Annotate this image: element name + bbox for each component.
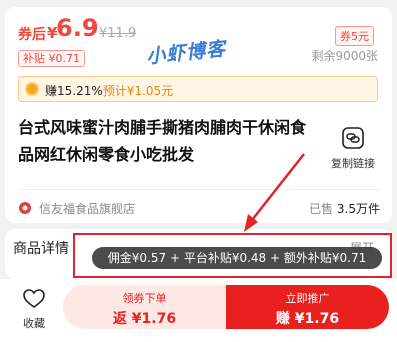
sold-count: 3.5万件 [336,202,380,216]
price-value: 6.9 [56,14,99,42]
earn-estimate: 预计¥1.05元 [102,84,174,98]
promote-now-label: 立即推广 [285,292,330,305]
favorite-button[interactable]: 收藏 [18,289,50,331]
commission-tooltip: 佣金¥0.57 + 平台补贴¥0.48 + 额外补贴¥0.71 [92,247,382,269]
divider [18,189,380,190]
subsidy-tag: 补贴 ¥0.71 [18,50,85,67]
shop-logo-icon [19,202,31,214]
sold-info: 已售 3.5万件 [309,200,380,217]
copy-link-label: 复制链接 [331,157,375,170]
shop-row[interactable]: 信友福食品旗舰店 已售 3.5万件 [18,195,380,221]
favorite-label: 收藏 [23,317,45,330]
sold-label: 已售 [309,202,334,216]
earn-text: 赚15.21%预计¥1.05元 [45,82,173,99]
heart-icon [23,289,45,308]
copy-link-button[interactable]: 复制链接 [329,127,377,171]
link-icon [342,127,364,149]
claim-coupon-rebate: 返 ¥1.76 [112,311,177,327]
earn-bar: 赚15.21%预计¥1.05元 [18,76,378,102]
promote-now-button[interactable]: 立即推广 赚 ¥1.76 [226,285,389,329]
bottom-action-bar: 收藏 领券下单 返 ¥1.76 立即推广 赚 ¥1.76 [0,279,397,342]
claim-coupon-order-button[interactable]: 领券下单 返 ¥1.76 [63,285,226,329]
original-price: ¥11.9 [99,26,137,41]
details-title: 商品详情 [13,241,69,257]
stock-remaining: 剩余9000张 [311,49,378,63]
price-prefix: 券后 [18,27,46,43]
coupon-tag: 券5元 [335,26,374,46]
promote-now-earn: 赚 ¥1.76 [275,311,340,327]
earn-rate: 赚15.21% [45,84,103,98]
shop-name: 信友福食品旗舰店 [39,202,136,216]
coin-icon [25,82,39,96]
product-title: 台式风味蜜汁肉脯手撕猪肉脯肉干休闲食品网红休闲零食小吃批发 [18,118,307,164]
claim-coupon-label: 领券下单 [122,292,167,305]
